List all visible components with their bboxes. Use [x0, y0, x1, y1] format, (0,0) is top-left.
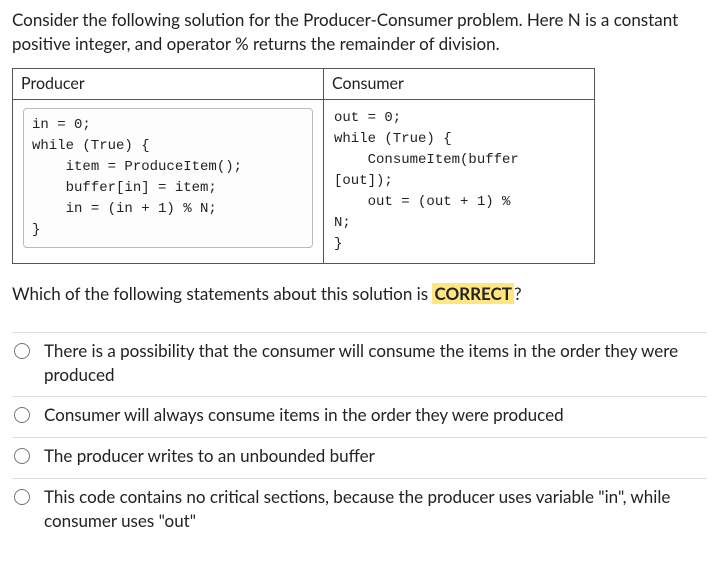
options-list: There is a possibility that the consumer…	[12, 332, 707, 543]
consumer-code: out = 0; while (True) { ConsumeItem(buff…	[334, 108, 584, 255]
radio-icon[interactable]	[14, 343, 30, 359]
option-4[interactable]: This code contains no critical sections,…	[12, 478, 707, 543]
option-3[interactable]: The producer writes to an unbounded buff…	[12, 437, 707, 478]
option-label: The producer writes to an unbounded buff…	[44, 444, 707, 468]
consumer-header: Consumer	[324, 68, 595, 99]
producer-code: in = 0; while (True) { item = ProduceIte…	[23, 108, 313, 248]
producer-header: Producer	[13, 68, 324, 99]
code-table: Producer Consumer in = 0; while (True) {…	[12, 68, 595, 264]
radio-icon[interactable]	[14, 407, 30, 423]
radio-icon[interactable]	[14, 448, 30, 464]
question-prefix: Which of the following statements about …	[12, 283, 432, 304]
option-2[interactable]: Consumer will always consume items in th…	[12, 396, 707, 437]
question-highlight: CORRECT	[432, 283, 514, 304]
option-label: Consumer will always consume items in th…	[44, 403, 707, 427]
option-label: There is a possibility that the consumer…	[44, 339, 707, 387]
question-text: Which of the following statements about …	[12, 282, 707, 306]
option-label: This code contains no critical sections,…	[44, 485, 707, 533]
question-suffix: ?	[514, 283, 522, 304]
intro-text: Consider the following solution for the …	[12, 8, 707, 56]
radio-icon[interactable]	[14, 489, 30, 505]
option-1[interactable]: There is a possibility that the consumer…	[12, 332, 707, 397]
